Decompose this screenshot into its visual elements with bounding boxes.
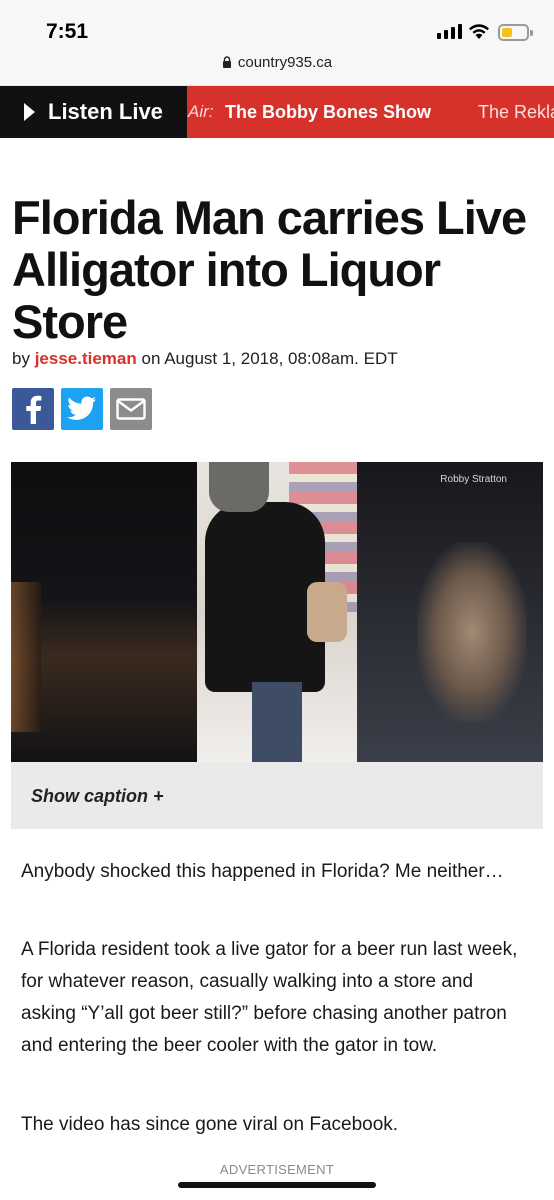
twitter-share-button[interactable] (61, 388, 103, 430)
cellular-signal-icon (437, 24, 462, 39)
caption-bar: Show caption + (11, 762, 543, 829)
publish-date: on August 1, 2018, 08:08am. EDT (141, 349, 398, 368)
twitter-icon (67, 396, 96, 420)
lock-icon (222, 56, 231, 68)
author-link[interactable]: jesse.tieman (35, 349, 137, 368)
url-text: country935.ca (237, 54, 333, 71)
video-blurred-right (357, 462, 543, 762)
article-paragraph: A Florida resident took a live gator for… (21, 939, 518, 1056)
facebook-share-button[interactable] (12, 388, 54, 430)
video-blurred-left (11, 462, 197, 762)
advertisement-label: ADVERTISEMENT (219, 1162, 335, 1177)
byline-prefix: by (12, 349, 30, 368)
next-show-link[interactable]: The Rekla (478, 102, 554, 123)
email-share-button[interactable] (110, 388, 152, 430)
url-display[interactable]: country935.ca (0, 54, 554, 71)
current-show-link[interactable]: The Bobby Bones Show (225, 102, 431, 123)
home-indicator[interactable] (178, 1182, 376, 1188)
browser-url-bar[interactable]: country935.ca (0, 50, 554, 86)
listen-live-label: Listen Live (48, 99, 163, 124)
play-icon (24, 103, 35, 121)
email-icon (116, 398, 146, 420)
facebook-icon (26, 395, 42, 424)
article-byline: by jesse.tieman on August 1, 2018, 08:08… (12, 349, 398, 369)
wifi-icon (469, 24, 489, 39)
on-air-label: Air: (188, 102, 214, 121)
video-frame (197, 462, 357, 762)
article-paragraph: The video has since gone viral on Facebo… (21, 1114, 399, 1135)
show-caption-button[interactable]: Show caption + (31, 786, 164, 807)
listen-live-bar: Listen Live Air: The Bobby Bones Show Th… (0, 86, 554, 138)
article-paragraph: Anybody shocked this happened in Florida… (21, 861, 504, 882)
article-video[interactable]: Robby Stratton (11, 462, 543, 762)
share-buttons (12, 388, 152, 430)
status-bar: 7:51 (0, 0, 554, 50)
video-credit: Robby Stratton (440, 474, 507, 485)
listen-live-button[interactable]: Listen Live (0, 86, 187, 138)
status-time: 7:51 (46, 20, 89, 43)
battery-icon (498, 24, 533, 41)
article-headline: Florida Man carries Live Alligator into … (12, 191, 527, 348)
